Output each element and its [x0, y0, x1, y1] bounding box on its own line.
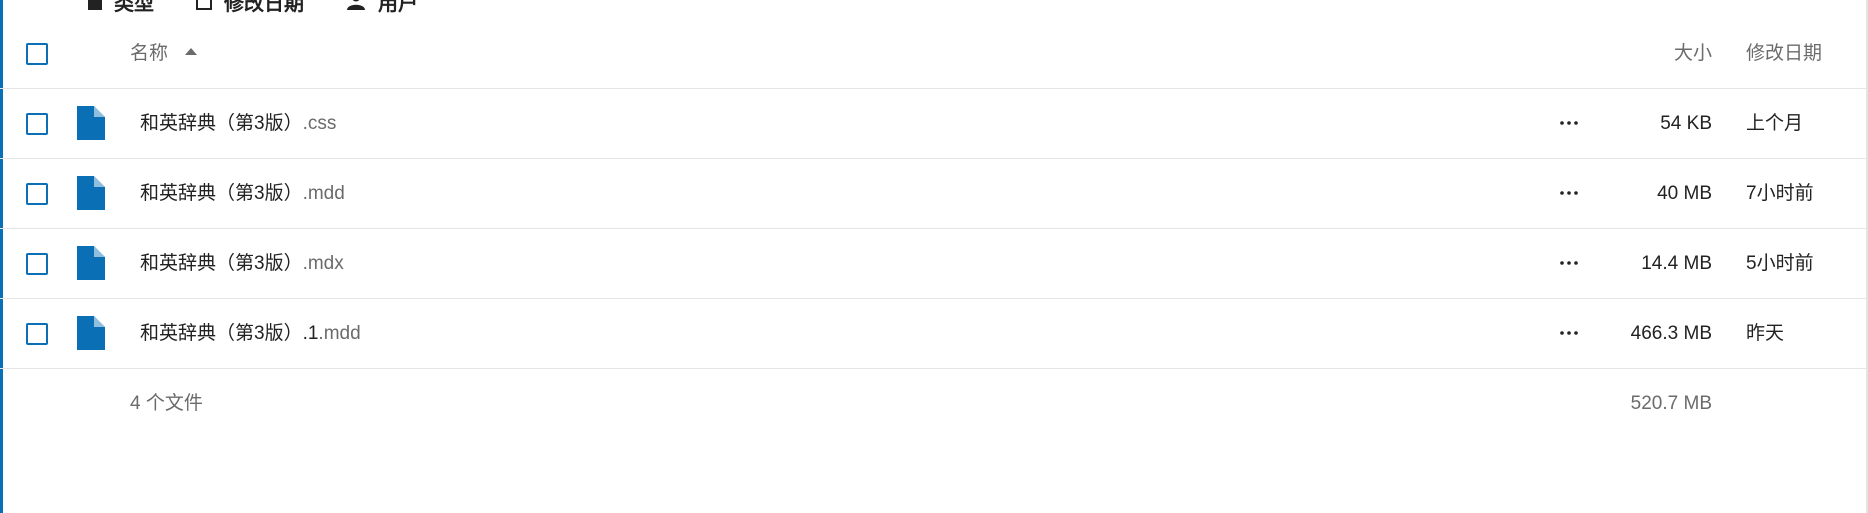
file-icon — [77, 316, 105, 350]
file-extension: .mdd — [318, 323, 361, 344]
file-icon — [77, 176, 105, 210]
file-modified: 昨天 — [1746, 323, 1785, 344]
table-row[interactable]: 和英辞典（第3版）.css 54 KB 上个月 — [0, 89, 1866, 159]
more-horizontal-icon — [1560, 121, 1578, 125]
column-header-size[interactable]: 大小 — [1590, 19, 1712, 88]
file-extension: .mdd — [302, 183, 345, 204]
file-modified: 5小时前 — [1746, 253, 1814, 274]
more-actions-button[interactable] — [1551, 111, 1587, 135]
file-extension: .css — [302, 113, 337, 134]
file-size: 466.3 MB — [1630, 323, 1712, 344]
file-basename: 和英辞典（第3版）.1 — [140, 323, 319, 344]
file-size: 14.4 MB — [1641, 253, 1712, 274]
filter-user-button[interactable]: 用户 — [346, 0, 418, 16]
table-row[interactable]: 和英辞典（第3版）.mdx 14.4 MB 5小时前 — [0, 229, 1866, 299]
column-header-modified[interactable]: 修改日期 — [1746, 19, 1822, 88]
row-checkbox[interactable] — [26, 183, 48, 205]
filter-modified-label: 修改日期 — [224, 0, 304, 15]
file-count-summary: 4 个文件 — [130, 393, 203, 414]
file-extension: .mdx — [302, 253, 344, 274]
file-size: 54 KB — [1660, 113, 1712, 134]
table-header-row: 名称 大小 修改日期 — [0, 19, 1866, 89]
file-list-table: 名称 大小 修改日期 和英辞典（第3版）.css 54 KB 上个月 和英辞典（… — [0, 19, 1866, 438]
file-size: 40 MB — [1657, 183, 1712, 204]
column-header-name[interactable]: 名称 — [130, 19, 198, 88]
row-checkbox[interactable] — [26, 323, 48, 345]
filter-type-label: 类型 — [114, 0, 154, 15]
more-actions-button[interactable] — [1551, 251, 1587, 275]
filter-user-label: 用户 — [378, 0, 418, 15]
file-basename: 和英辞典（第3版） — [140, 253, 303, 274]
file-basename: 和英辞典（第3版） — [140, 183, 303, 204]
files-app-window: 类型 修改日期 用户 名称 大小 修改日期 和英辞典（第3版）.css 54 K… — [0, 0, 1868, 513]
calendar-icon — [196, 0, 212, 10]
file-icon — [77, 246, 105, 280]
file-name-link[interactable]: 和英辞典（第3版）.1.mdd — [140, 299, 361, 368]
more-actions-button[interactable] — [1551, 321, 1587, 345]
file-name-link[interactable]: 和英辞典（第3版）.mdx — [140, 229, 344, 298]
table-row[interactable]: 和英辞典（第3版）.mdd 40 MB 7小时前 — [0, 159, 1866, 229]
filter-toolbar: 类型 修改日期 用户 — [88, 0, 460, 15]
column-header-name-label: 名称 — [130, 43, 169, 64]
more-actions-button[interactable] — [1551, 181, 1587, 205]
sort-ascending-icon — [185, 48, 198, 56]
user-icon — [347, 0, 365, 10]
file-modified: 上个月 — [1746, 113, 1804, 134]
filter-type-button[interactable]: 类型 — [88, 0, 154, 16]
file-modified: 7小时前 — [1746, 183, 1814, 204]
file-basename: 和英辞典（第3版） — [140, 113, 303, 134]
more-horizontal-icon — [1560, 191, 1578, 195]
total-size-summary: 520.7 MB — [1630, 393, 1712, 414]
more-horizontal-icon — [1560, 331, 1578, 335]
file-icon — [77, 106, 105, 140]
table-row[interactable]: 和英辞典（第3版）.1.mdd 466.3 MB 昨天 — [0, 299, 1866, 369]
file-name-link[interactable]: 和英辞典（第3版）.css — [140, 89, 336, 158]
file-type-icon — [88, 0, 102, 10]
filter-modified-button[interactable]: 修改日期 — [196, 0, 304, 16]
more-horizontal-icon — [1560, 261, 1578, 265]
row-checkbox[interactable] — [26, 113, 48, 135]
table-footer-row: 4 个文件 520.7 MB — [0, 369, 1866, 438]
row-checkbox[interactable] — [26, 253, 48, 275]
select-all-checkbox[interactable] — [26, 43, 48, 65]
file-name-link[interactable]: 和英辞典（第3版）.mdd — [140, 159, 345, 228]
